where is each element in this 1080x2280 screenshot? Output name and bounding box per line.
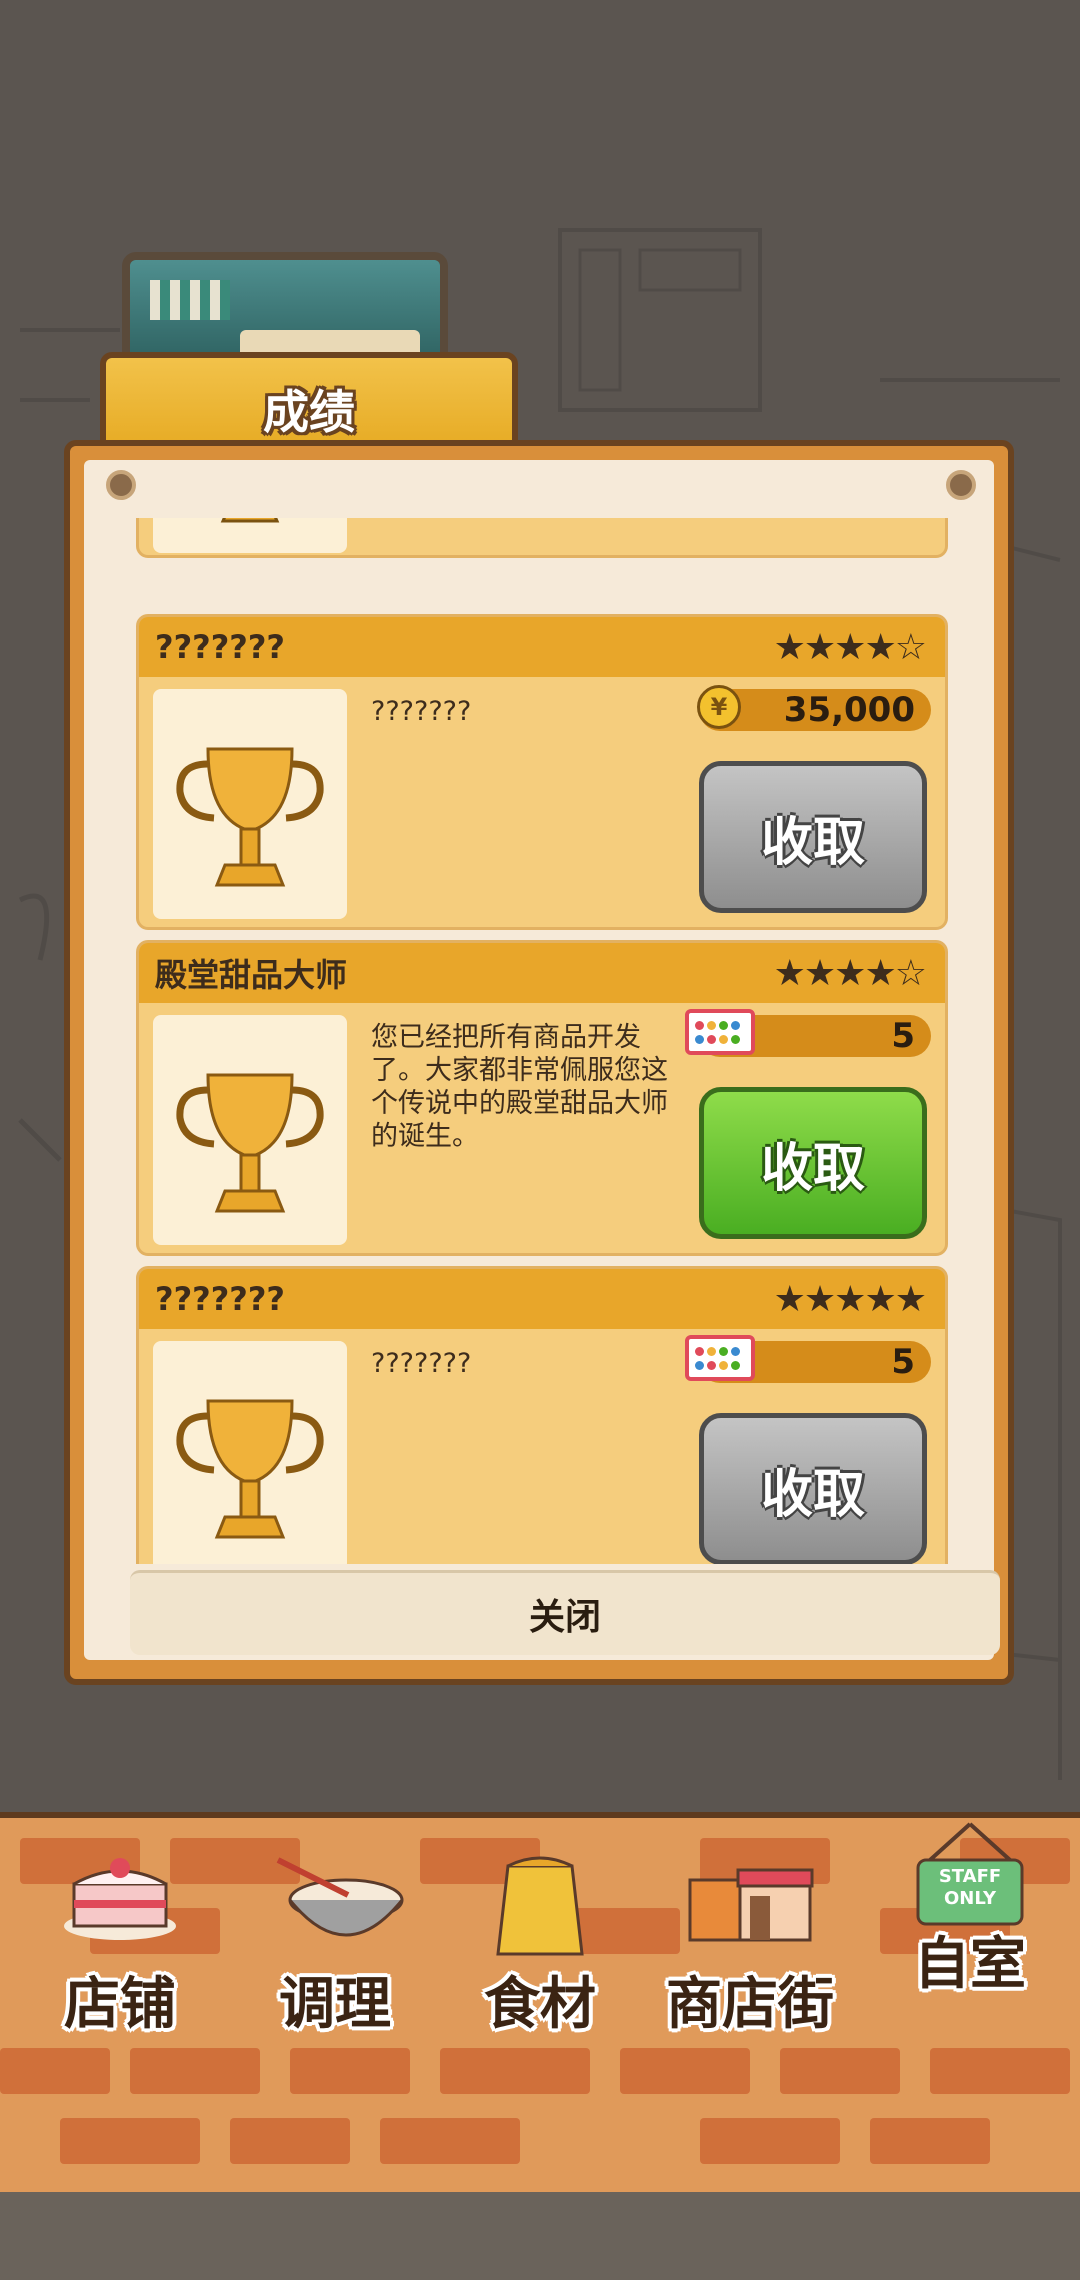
nav-label: 商店街 xyxy=(666,1972,834,2037)
ticket-icon xyxy=(685,1335,755,1381)
collect-button-disabled[interactable]: 收取 xyxy=(699,1413,927,1564)
flour-bag-icon xyxy=(490,1848,590,1958)
star-rating: ★★★★★ xyxy=(773,1278,927,1320)
trophy-icon xyxy=(153,518,347,553)
close-button[interactable]: 关闭 xyxy=(130,1570,1000,1655)
coin-icon: ¥ xyxy=(697,685,741,729)
collect-button-label: 收取 xyxy=(760,1138,865,1199)
nav-shopping-street[interactable]: 商店街 xyxy=(640,1840,860,2040)
close-label: 关闭 xyxy=(528,1597,601,1638)
reward-value: 5 xyxy=(891,1016,915,1056)
achievement-card: ??????? ★★★★☆ ??????? ¥ 35,000 收取 xyxy=(136,614,948,930)
achievement-description: 您已经把所有商品开发了。大家都非常佩服您这个传说中的殿堂甜品大师的诞生。 xyxy=(371,1022,668,1152)
ticket-icon xyxy=(685,1009,755,1055)
reward-badge: 5 xyxy=(685,1009,931,1057)
achievement-title: 殿堂甜品大师 xyxy=(155,956,348,994)
reward-badge: ¥ 35,000 xyxy=(697,685,931,731)
trophy-icon xyxy=(153,1015,347,1245)
nav-cooking[interactable]: 调理 xyxy=(250,1840,420,2040)
achievement-card: 殿堂甜品大师 ★★★★☆ 您已经把所有商品开发了。大家都非常佩服您这个传说中的殿… xyxy=(136,940,948,1256)
achievement-title: ??????? xyxy=(155,1280,285,1318)
storefront-icon xyxy=(680,1840,820,1950)
reward-badge: 5 xyxy=(685,1335,931,1383)
floor xyxy=(0,2192,1080,2280)
collect-button-label: 收取 xyxy=(760,1464,865,1525)
nav-label: 调理 xyxy=(279,1972,391,2037)
staff-sign-text: STAFF ONLY xyxy=(938,1866,1002,1909)
nav-label: 店铺 xyxy=(64,1972,176,2037)
reward-value: 5 xyxy=(891,1342,915,1382)
achievement-card-partial xyxy=(136,518,948,558)
nav-label: 食材 xyxy=(484,1972,596,2037)
pin-icon xyxy=(106,470,136,500)
tab-title: 成绩 xyxy=(263,385,355,439)
mixing-bowl-icon xyxy=(268,1840,408,1950)
collect-button[interactable]: 收取 xyxy=(699,1087,927,1239)
nav-label: 自室 xyxy=(914,1932,1026,1997)
collect-button-disabled[interactable]: 收取 xyxy=(699,761,927,913)
achievement-description: ??????? xyxy=(371,1348,472,1379)
pin-icon xyxy=(946,470,976,500)
achievement-title: ??????? xyxy=(155,628,285,666)
nav-ingredients[interactable]: 食材 xyxy=(460,1840,620,2040)
reward-value: 35,000 xyxy=(783,690,915,730)
achievement-list[interactable]: ??????? ★★★★☆ ??????? ¥ 35,000 收取 殿堂甜品大师… xyxy=(136,518,948,1564)
collect-button-label: 收取 xyxy=(760,812,865,873)
staff-only-sign-icon: STAFF ONLY xyxy=(908,1820,1032,1930)
star-rating: ★★★★☆ xyxy=(773,626,927,668)
achievement-card: ??????? ★★★★★ ??????? 5 收取 xyxy=(136,1266,948,1564)
achievement-description: ??????? xyxy=(371,696,472,727)
nav-shop[interactable]: 店铺 xyxy=(40,1840,200,2040)
star-rating: ★★★★☆ xyxy=(773,952,927,994)
cake-icon xyxy=(62,1854,178,1944)
nav-my-room[interactable]: STAFF ONLY 自室 xyxy=(880,1820,1060,2020)
trophy-icon xyxy=(153,1341,347,1564)
trophy-icon xyxy=(153,689,347,919)
